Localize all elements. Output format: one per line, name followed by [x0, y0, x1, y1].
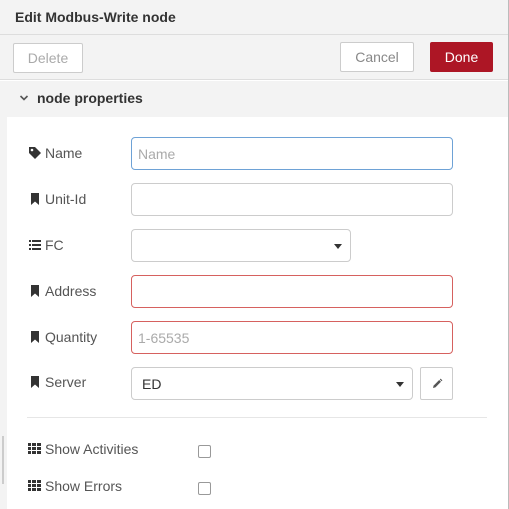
- tray-toolbar: Delete Cancel Done: [0, 35, 508, 80]
- delete-button[interactable]: Delete: [13, 43, 83, 73]
- pencil-icon: [432, 378, 442, 388]
- cancel-button[interactable]: Cancel: [340, 42, 414, 72]
- show-activities-checkbox[interactable]: [198, 445, 211, 458]
- tag-icon: [29, 147, 41, 159]
- node-properties-section-header[interactable]: node properties: [7, 81, 508, 117]
- address-input[interactable]: [131, 275, 453, 308]
- unit-id-label: Unit-Id: [45, 191, 87, 207]
- resize-handle[interactable]: [2, 436, 4, 484]
- quantity-label: Quantity: [45, 329, 98, 345]
- bookmark-icon: [31, 193, 39, 205]
- done-button[interactable]: Done: [430, 42, 493, 72]
- bookmark-icon: [31, 376, 39, 388]
- edit-server-button[interactable]: [420, 367, 453, 400]
- name-label: Name: [45, 145, 83, 161]
- quantity-input[interactable]: [131, 321, 453, 354]
- server-label: Server: [45, 374, 87, 390]
- unit-id-input[interactable]: [131, 183, 453, 216]
- address-label: Address: [45, 283, 97, 299]
- caret-down-icon: [396, 382, 404, 387]
- name-input[interactable]: [131, 137, 453, 170]
- grid-icon: [28, 480, 41, 491]
- bookmark-icon: [31, 331, 39, 343]
- caret-down-icon: [334, 244, 342, 249]
- tray-header: Edit Modbus-Write node: [0, 0, 508, 35]
- list-icon: [29, 240, 41, 250]
- fc-select[interactable]: [131, 229, 351, 262]
- server-selected-value: ED: [142, 376, 162, 392]
- tray-title: Edit Modbus-Write node: [15, 9, 176, 25]
- fc-label: FC: [45, 237, 64, 253]
- chevron-down-icon: [19, 95, 29, 101]
- show-errors-checkbox[interactable]: [198, 482, 211, 495]
- server-select[interactable]: ED: [131, 367, 413, 400]
- show-errors-label: Show Errors: [45, 478, 123, 494]
- edit-node-tray: Edit Modbus-Write node Delete Cancel Don…: [0, 0, 509, 509]
- grid-icon: [28, 443, 41, 454]
- bookmark-icon: [31, 285, 39, 297]
- show-activities-label: Show Activities: [45, 441, 139, 457]
- divider: [27, 417, 487, 418]
- section-title: node properties: [37, 90, 143, 106]
